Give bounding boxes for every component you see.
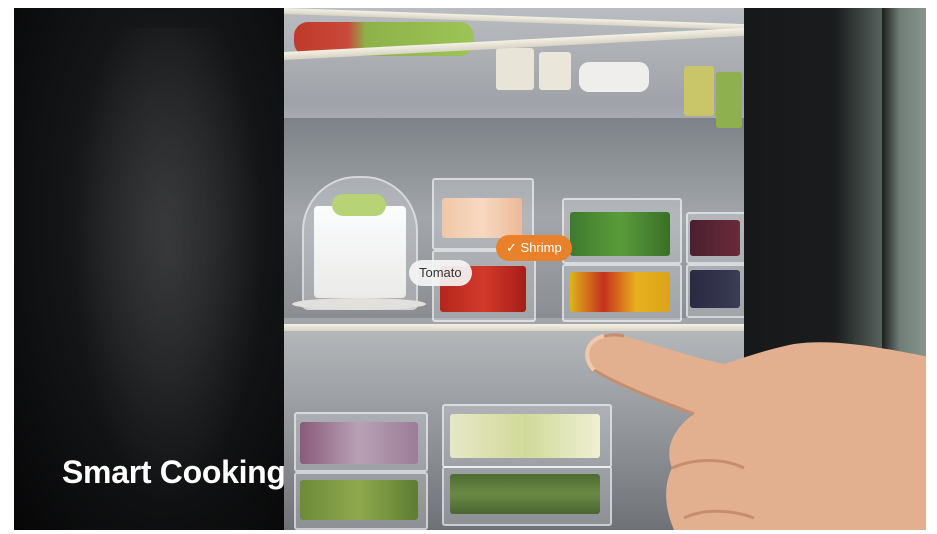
side-jar <box>684 66 714 116</box>
onions <box>300 422 418 464</box>
broccoli <box>570 212 670 256</box>
red-grapes <box>690 220 740 256</box>
tag-tomato-label: Tomato <box>419 265 462 280</box>
dark-grapes <box>690 270 740 308</box>
tag-tomato[interactable]: Tomato <box>409 260 472 286</box>
tag-shrimp-label: Shrimp <box>520 240 562 255</box>
cake-dome <box>302 176 418 310</box>
egg-tray <box>579 62 649 92</box>
cake-plate <box>292 298 426 310</box>
door-reflection <box>74 28 264 508</box>
check-icon: ✓ <box>506 240 517 255</box>
side-container <box>716 72 742 128</box>
hand <box>585 333 926 530</box>
peppers <box>570 272 670 312</box>
tag-shrimp[interactable]: ✓ Shrimp <box>496 235 572 261</box>
shrimp <box>442 198 522 238</box>
jar <box>496 48 534 90</box>
video-caption: Smart Cooking <box>62 454 286 490</box>
jam-jar <box>539 52 571 90</box>
video-frame: Tomato ✓ Shrimp Smart Cooking <box>14 8 926 530</box>
brussels-sprouts <box>300 480 418 520</box>
